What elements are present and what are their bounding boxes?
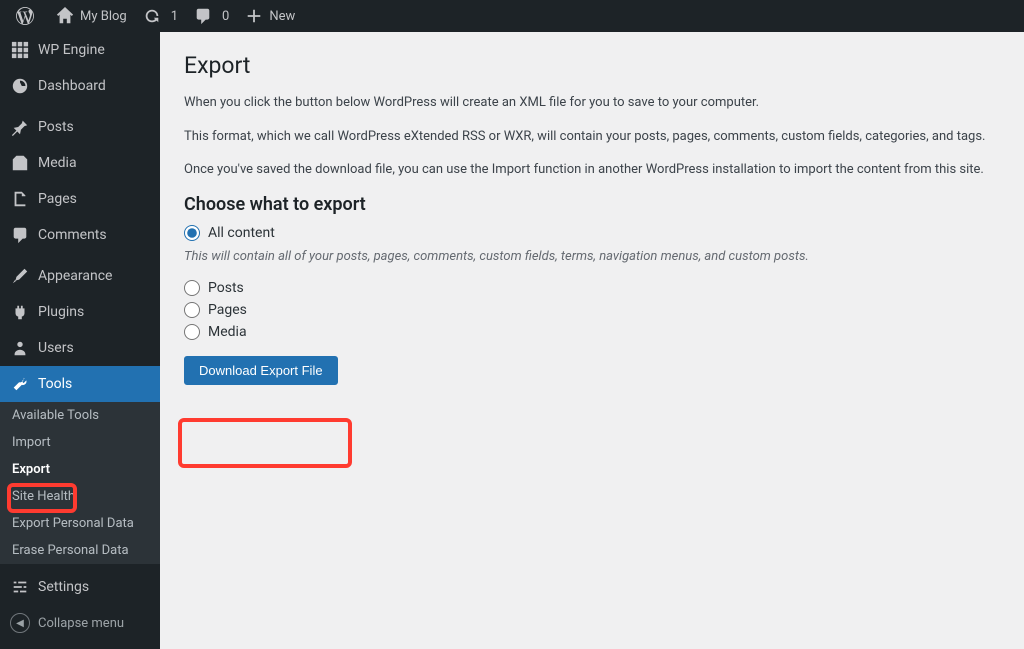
sidebar-item-tools[interactable]: Tools <box>0 366 160 402</box>
sliders-icon <box>10 577 30 597</box>
radio-media-label[interactable]: Media <box>208 324 247 340</box>
sidebar-item-label: Users <box>38 340 74 356</box>
sidebar-item-label: WP Engine <box>38 42 105 58</box>
submenu-export-personal[interactable]: Export Personal Data <box>0 510 160 537</box>
home-icon <box>56 7 74 25</box>
export-subtitle: Choose what to export <box>184 194 1000 215</box>
submenu-erase-personal[interactable]: Erase Personal Data <box>0 537 160 564</box>
help-text: This will contain all of your posts, pag… <box>184 247 1000 267</box>
updates-count: 1 <box>171 9 178 24</box>
brush-icon <box>10 266 30 286</box>
sidebar-item-label: Tools <box>38 376 72 392</box>
page-title: Export <box>184 52 1000 79</box>
admin-bar: My Blog 1 0 New <box>0 0 1024 32</box>
wp-logo[interactable] <box>8 0 48 32</box>
sidebar-item-media[interactable]: Media <box>0 145 160 181</box>
wordpress-icon <box>16 7 34 25</box>
radio-row-all: All content <box>184 225 1000 241</box>
sidebar-item-comments[interactable]: Comments <box>0 217 160 253</box>
sidebar-item-label: Dashboard <box>38 78 106 94</box>
submenu-export[interactable]: Export <box>0 456 160 483</box>
radio-row-media: Media <box>184 324 1000 340</box>
wrench-icon <box>10 374 30 394</box>
sidebar-item-users[interactable]: Users <box>0 330 160 366</box>
radio-row-pages: Pages <box>184 302 1000 318</box>
sidebar-item-appearance[interactable]: Appearance <box>0 258 160 294</box>
collapse-label: Collapse menu <box>38 616 124 631</box>
new-label: New <box>269 9 295 24</box>
pin-icon <box>10 117 30 137</box>
plug-icon <box>10 302 30 322</box>
wpengine-icon <box>10 40 30 60</box>
site-name[interactable]: My Blog <box>48 0 135 32</box>
radio-all-content[interactable] <box>184 225 200 241</box>
site-name-label: My Blog <box>80 9 127 24</box>
comments-icon <box>10 225 30 245</box>
chevron-left-icon: ◀ <box>10 613 30 633</box>
media-icon <box>10 153 30 173</box>
submenu-available-tools[interactable]: Available Tools <box>0 402 160 429</box>
intro-p3: Once you've saved the download file, you… <box>184 160 1000 180</box>
refresh-icon <box>143 7 161 25</box>
comments[interactable]: 0 <box>186 0 237 32</box>
admin-sidebar: WP Engine Dashboard Posts Media Pages Co… <box>0 32 160 649</box>
radio-all-label[interactable]: All content <box>208 225 275 241</box>
sidebar-item-label: Appearance <box>38 268 112 284</box>
radio-pages[interactable] <box>184 302 200 318</box>
sidebar-item-wpengine[interactable]: WP Engine <box>0 32 160 68</box>
intro-p2: This format, which we call WordPress eXt… <box>184 127 1000 147</box>
submenu-site-health[interactable]: Site Health <box>0 483 160 510</box>
radio-pages-label[interactable]: Pages <box>208 302 247 318</box>
radio-media[interactable] <box>184 324 200 340</box>
collapse-menu[interactable]: ◀ Collapse menu <box>0 605 160 641</box>
sidebar-item-plugins[interactable]: Plugins <box>0 294 160 330</box>
user-icon <box>10 338 30 358</box>
download-export-button[interactable]: Download Export File <box>184 356 338 385</box>
comments-count: 0 <box>222 9 229 24</box>
sidebar-item-label: Posts <box>38 119 74 135</box>
updates[interactable]: 1 <box>135 0 186 32</box>
plus-icon <box>245 7 263 25</box>
radio-posts[interactable] <box>184 280 200 296</box>
sidebar-item-label: Settings <box>38 579 89 595</box>
radio-posts-label[interactable]: Posts <box>208 280 244 296</box>
sidebar-item-settings[interactable]: Settings <box>0 569 160 605</box>
sidebar-item-pages[interactable]: Pages <box>0 181 160 217</box>
radio-row-posts: Posts <box>184 280 1000 296</box>
sidebar-item-label: Comments <box>38 227 107 243</box>
dashboard-icon <box>10 76 30 96</box>
sidebar-item-posts[interactable]: Posts <box>0 109 160 145</box>
intro-p1: When you click the button below WordPres… <box>184 93 1000 113</box>
sidebar-item-dashboard[interactable]: Dashboard <box>0 68 160 104</box>
comment-icon <box>194 7 212 25</box>
sidebar-item-label: Pages <box>38 191 77 207</box>
submenu-import[interactable]: Import <box>0 429 160 456</box>
page-icon <box>10 189 30 209</box>
sidebar-item-label: Plugins <box>38 304 84 320</box>
main-content: Export When you click the button below W… <box>160 32 1024 649</box>
sidebar-item-label: Media <box>38 155 77 171</box>
new-content[interactable]: New <box>237 0 303 32</box>
